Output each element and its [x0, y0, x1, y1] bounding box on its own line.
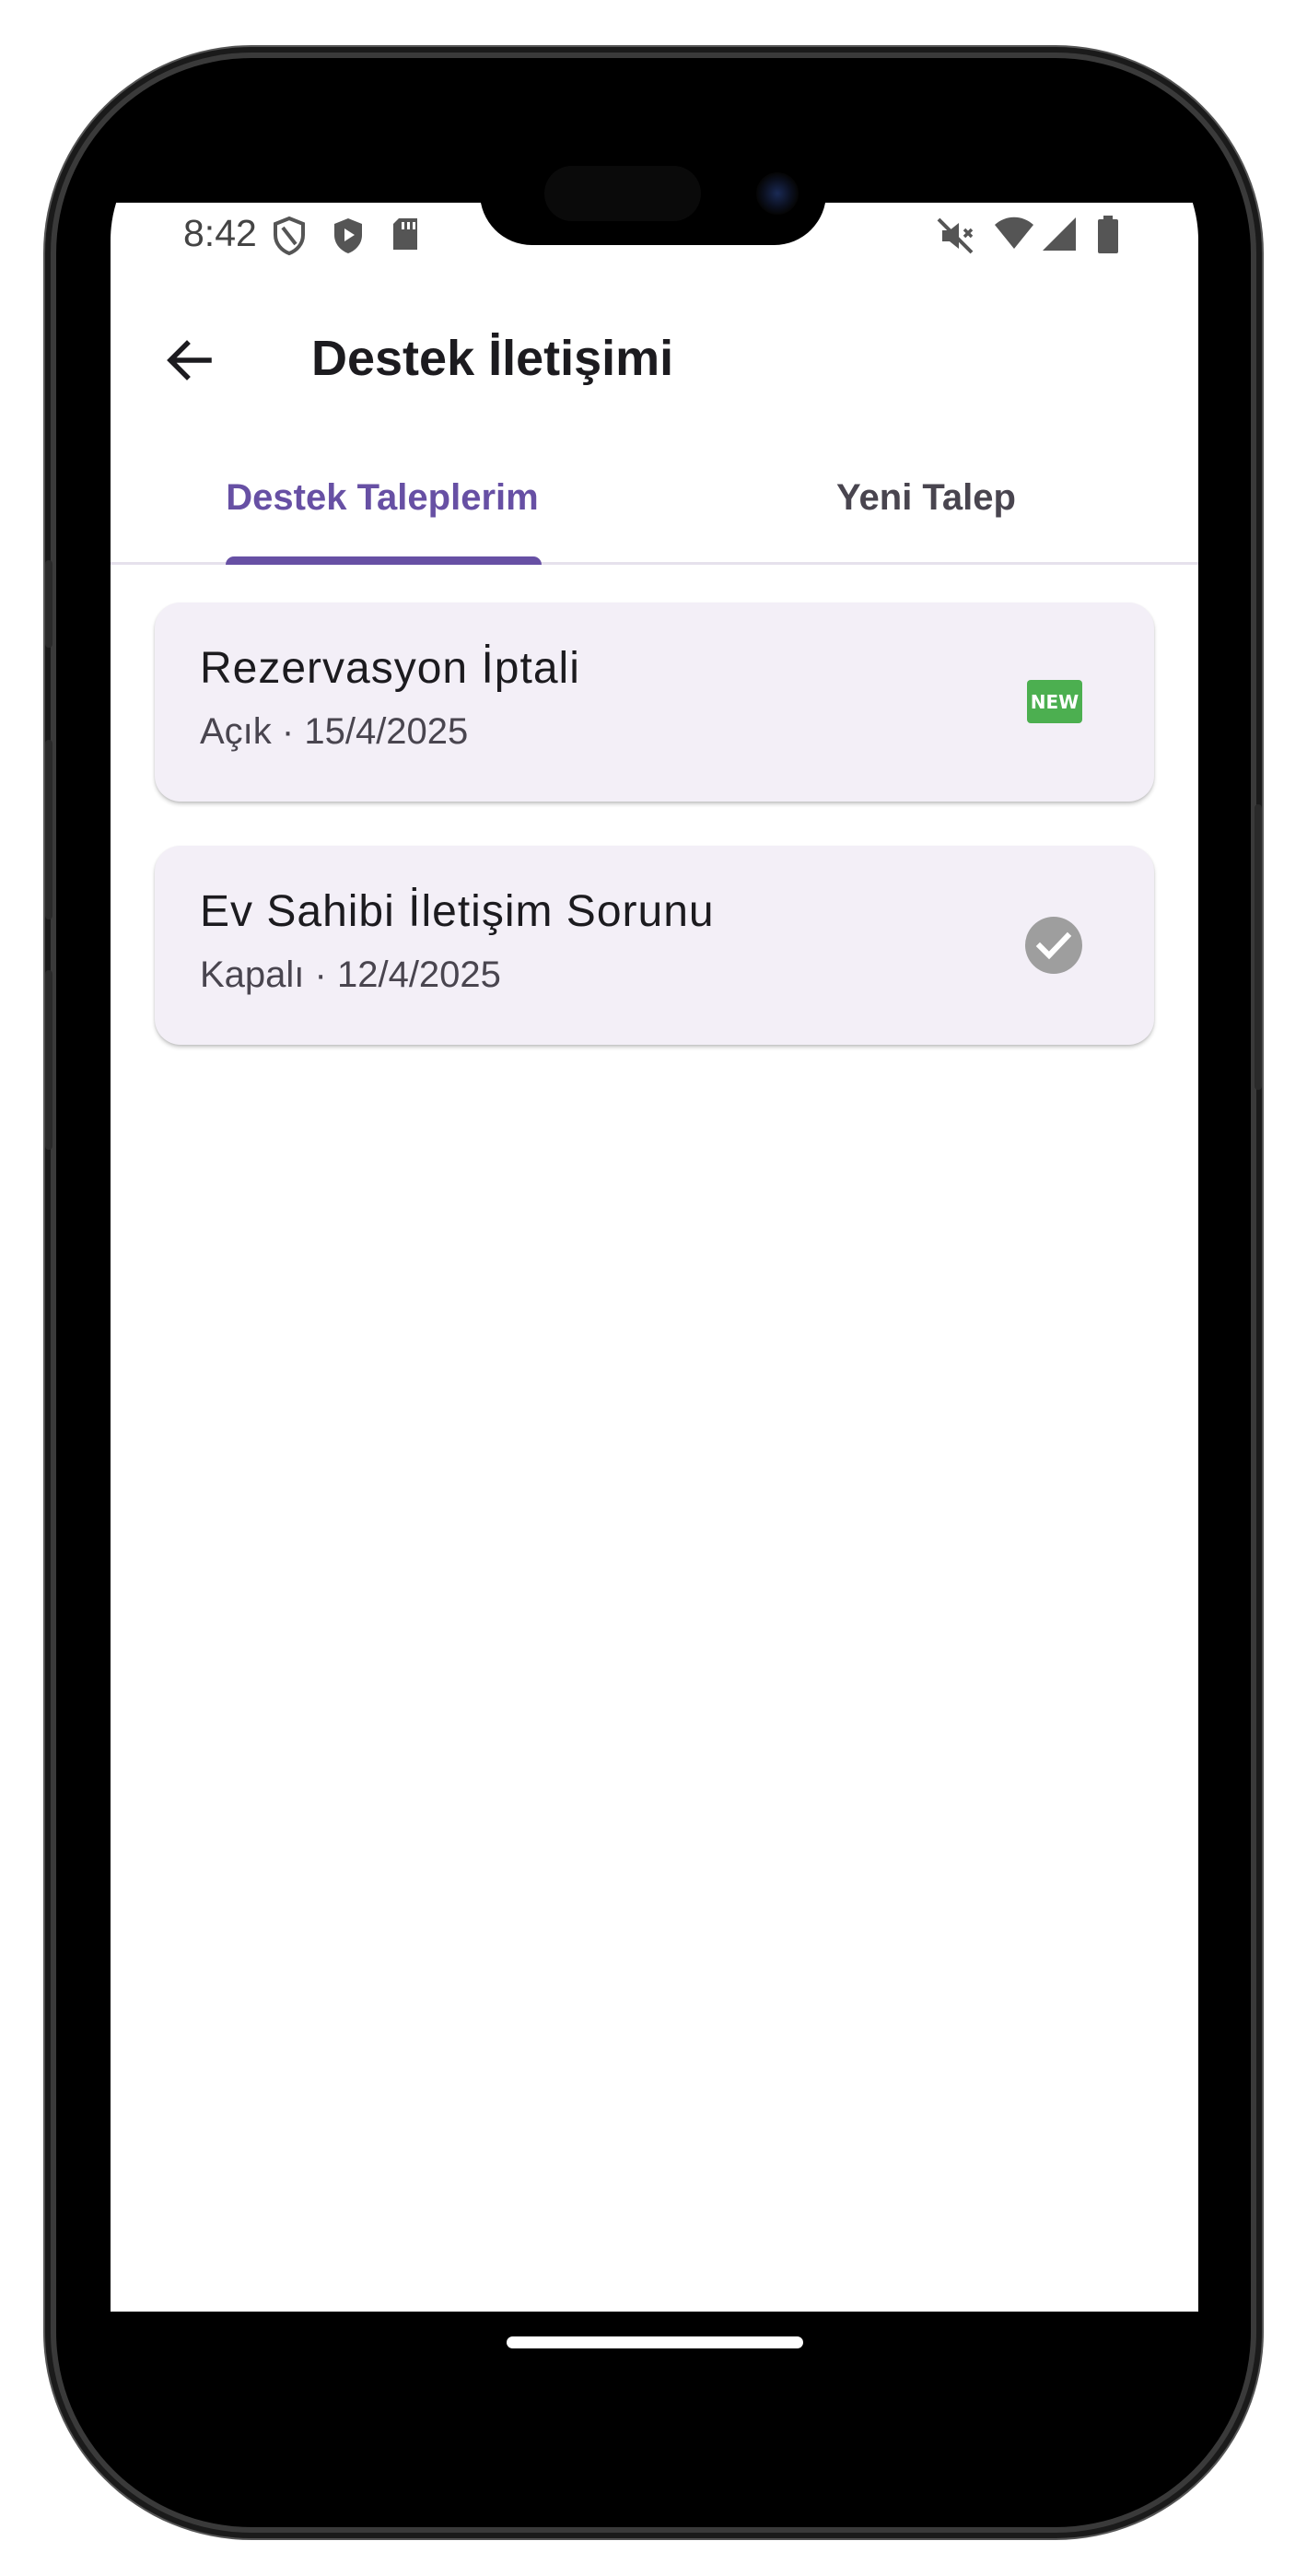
ticket-title: Ev Sahibi İletişim Sorunu [200, 887, 715, 936]
signal-icon [1041, 216, 1078, 256]
ticket-card[interactable]: Ev Sahibi İletişim Sorunu Kapalı · 12/4/… [155, 846, 1154, 1045]
wifi-icon [993, 216, 1035, 256]
tab-new-request[interactable]: Yeni Talep [654, 434, 1198, 562]
tab-label: Yeni Talep [836, 477, 1016, 518]
power-button [1254, 804, 1262, 1090]
front-camera-icon [756, 172, 799, 215]
battery-icon [1096, 216, 1120, 258]
new-badge-icon: NEW [1027, 680, 1082, 723]
shield-outline-icon [271, 216, 308, 260]
phone-screen: 8:42 Destek İletişimi Destek Taleplerim … [111, 111, 1198, 2475]
volume-down-button [45, 970, 53, 1150]
home-indicator[interactable] [507, 2336, 803, 2348]
arrow-back-icon [167, 340, 212, 381]
tab-label: Destek Taleplerim [226, 477, 539, 518]
ticket-status-date: Kapalı · 12/4/2025 [200, 954, 501, 995]
tab-my-requests[interactable]: Destek Taleplerim [111, 434, 654, 562]
ticket-title: Rezervasyon İptali [200, 644, 580, 693]
page-title: Destek İletişimi [311, 331, 674, 386]
sd-card-icon [389, 216, 422, 256]
new-badge-text: NEW [1030, 690, 1079, 713]
tab-indicator [226, 556, 542, 565]
action-button [45, 560, 53, 648]
volume-up-button [45, 740, 53, 919]
ticket-status-date: Açık · 15/4/2025 [200, 711, 469, 752]
status-time: 8:42 [183, 212, 257, 254]
mute-icon [935, 216, 975, 260]
dynamic-island [480, 141, 826, 245]
shield-play-icon [330, 216, 367, 260]
face-sensor [544, 166, 701, 221]
check-circle-icon [1025, 917, 1082, 974]
back-button[interactable] [147, 319, 230, 402]
app-screen: 8:42 Destek İletişimi Destek Taleplerim … [111, 203, 1198, 2312]
ticket-card[interactable]: Rezervasyon İptali Açık · 15/4/2025 NEW [155, 603, 1154, 802]
tab-bar: Destek Taleplerim Yeni Talep [111, 434, 1198, 565]
